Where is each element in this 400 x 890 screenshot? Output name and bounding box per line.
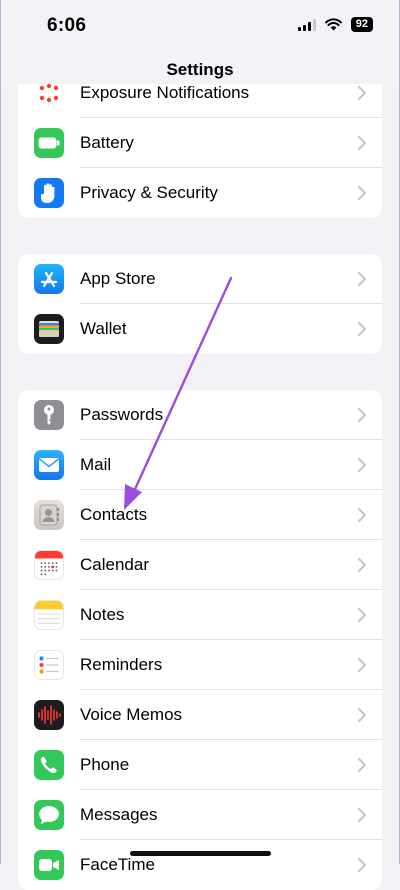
key-icon [34,400,64,430]
status-icons: 92 [297,17,373,32]
row-label: FaceTime [80,855,155,874]
mail-icon [34,450,64,480]
reminders-icon [34,650,64,680]
phone-icon [34,750,64,780]
settings-row-voice-memos[interactable]: Voice Memos [18,690,382,740]
home-indicator[interactable] [130,851,271,856]
contacts-icon [34,500,64,530]
settings-row-facetime[interactable]: FaceTime [18,840,382,890]
settings-row-contacts[interactable]: Contacts [18,490,382,540]
settings-row-passwords[interactable]: Passwords [18,390,382,440]
row-label: Voice Memos [80,705,183,724]
voice-memos-icon [34,700,64,730]
row-label: Privacy & Security [80,183,218,202]
chevron-right-icon [358,658,366,672]
settings-row-wallet[interactable]: Wallet [18,304,382,354]
battery-icon [34,128,64,158]
chevron-right-icon [358,136,366,150]
settings-group-system: Exposure Notifications Battery Privacy &… [18,68,382,218]
row-label: Mail [80,455,112,474]
row-label: Phone [80,755,130,774]
wifi-icon [324,18,342,31]
chevron-right-icon [358,186,366,200]
chevron-right-icon [358,808,366,822]
row-label: Contacts [80,505,148,524]
settings-row-app-store[interactable]: App Store [18,254,382,304]
chevron-right-icon [358,508,366,522]
settings-row-privacy-security[interactable]: Privacy & Security [18,168,382,218]
settings-group-store: App Store Wallet [18,254,382,354]
row-label: Wallet [80,319,127,338]
settings-row-reminders[interactable]: Reminders [18,640,382,690]
messages-icon [34,800,64,830]
settings-row-messages[interactable]: Messages [18,790,382,840]
row-label: Messages [80,805,158,824]
chevron-right-icon [358,708,366,722]
status-time: 6:06 [47,15,87,36]
row-label: Battery [80,133,134,152]
row-label: Reminders [80,655,163,674]
chevron-right-icon [358,558,366,572]
chevron-right-icon [358,86,366,100]
chevron-right-icon [358,458,366,472]
cellular-signal-icon [297,18,316,31]
chevron-right-icon [358,272,366,286]
status-bar: 6:06 92 [1,0,399,56]
chevron-right-icon [358,758,366,772]
facetime-icon [34,850,64,880]
page-title: Settings [1,56,399,84]
wallet-icon [34,314,64,344]
chevron-right-icon [358,408,366,422]
settings-row-battery[interactable]: Battery [18,118,382,168]
chevron-right-icon [358,858,366,872]
notes-icon [34,600,64,630]
chevron-right-icon [358,608,366,622]
settings-row-notes[interactable]: Notes [18,590,382,640]
settings-row-calendar[interactable]: Calendar [18,540,382,590]
row-label: Notes [80,605,125,624]
battery-indicator: 92 [350,17,373,32]
row-label: Calendar [80,555,149,574]
settings-row-phone[interactable]: Phone [18,740,382,790]
settings-row-mail[interactable]: Mail [18,440,382,490]
calendar-icon [34,550,64,580]
chevron-right-icon [358,322,366,336]
settings-group-apps: Passwords Mail Contacts Calendar Notes R… [18,390,382,890]
row-label: App Store [80,269,156,288]
hand-icon [34,178,64,208]
app-store-icon [34,264,64,294]
row-label: Passwords [80,405,164,424]
